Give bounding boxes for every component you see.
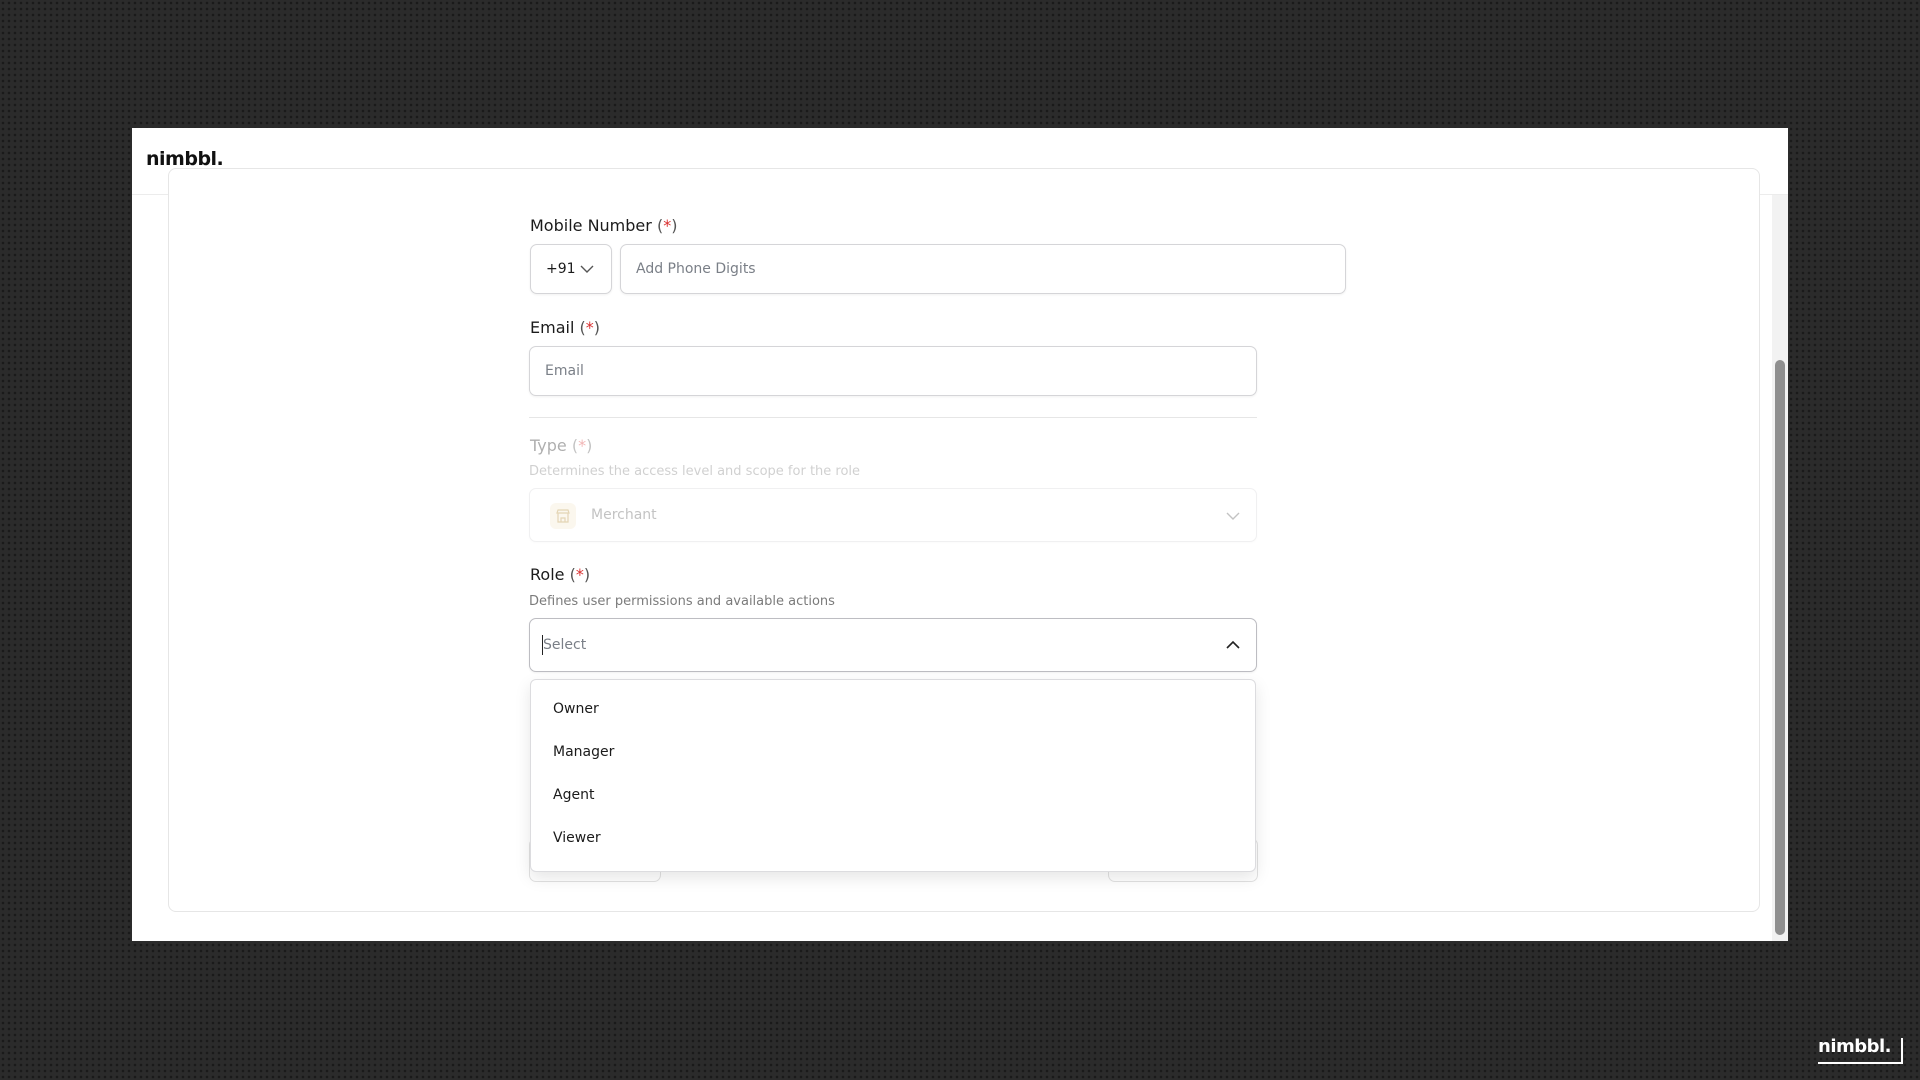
role-placeholder: Select xyxy=(543,637,587,653)
type-field: Type (*) Determines the access level and… xyxy=(529,436,1257,576)
corner-brand-logo: nimbbl. xyxy=(1818,1036,1892,1057)
mobile-number-label-text: Mobile Number xyxy=(530,216,652,235)
mobile-number-label: Mobile Number (*) xyxy=(530,216,677,235)
country-code-select[interactable]: +91 xyxy=(530,244,612,294)
type-select: Merchant xyxy=(529,488,1257,542)
required-mark: (*) xyxy=(569,565,591,584)
chevron-down-icon xyxy=(1224,507,1242,529)
phone-digits-input[interactable]: Add Phone Digits xyxy=(620,244,1346,294)
role-select[interactable]: Select xyxy=(529,618,1257,672)
section-divider xyxy=(529,417,1257,418)
role-helper-text: Defines user permissions and available a… xyxy=(529,594,835,609)
required-mark: (*) xyxy=(656,216,678,235)
required-mark: (*) xyxy=(571,436,593,455)
chevron-up-icon[interactable] xyxy=(1224,636,1242,658)
email-label: Email (*) xyxy=(530,318,600,337)
role-label-text: Role xyxy=(530,565,565,584)
app-window: nimbbl. Mobile Number (*) +91 Add Phone … xyxy=(132,128,1788,941)
email-label-text: Email xyxy=(530,318,575,337)
type-helper-text: Determines the access level and scope fo… xyxy=(529,464,861,479)
store-icon xyxy=(550,503,576,529)
country-code-value: +91 xyxy=(546,261,576,277)
email-placeholder: Email xyxy=(545,363,584,379)
type-label-text: Type xyxy=(530,436,567,455)
brand-logo[interactable]: nimbbl. xyxy=(146,148,224,170)
required-mark: (*) xyxy=(579,318,600,337)
role-label: Role (*) xyxy=(530,565,590,584)
role-option-manager[interactable]: Manager xyxy=(531,732,1255,772)
corner-logo-underline xyxy=(1818,1062,1903,1064)
role-option-viewer[interactable]: Viewer xyxy=(531,818,1255,858)
type-label: Type (*) xyxy=(530,436,592,455)
email-input[interactable]: Email xyxy=(529,346,1257,396)
role-option-owner[interactable]: Owner xyxy=(531,689,1255,729)
type-value: Merchant xyxy=(591,507,657,523)
corner-logo-bar xyxy=(1901,1038,1903,1064)
chevron-down-icon xyxy=(579,261,595,281)
scrollbar-thumb[interactable] xyxy=(1775,360,1785,935)
phone-digits-placeholder: Add Phone Digits xyxy=(636,261,756,277)
role-option-agent[interactable]: Agent xyxy=(531,775,1255,815)
role-dropdown-menu: Owner Manager Agent Viewer xyxy=(530,679,1256,872)
